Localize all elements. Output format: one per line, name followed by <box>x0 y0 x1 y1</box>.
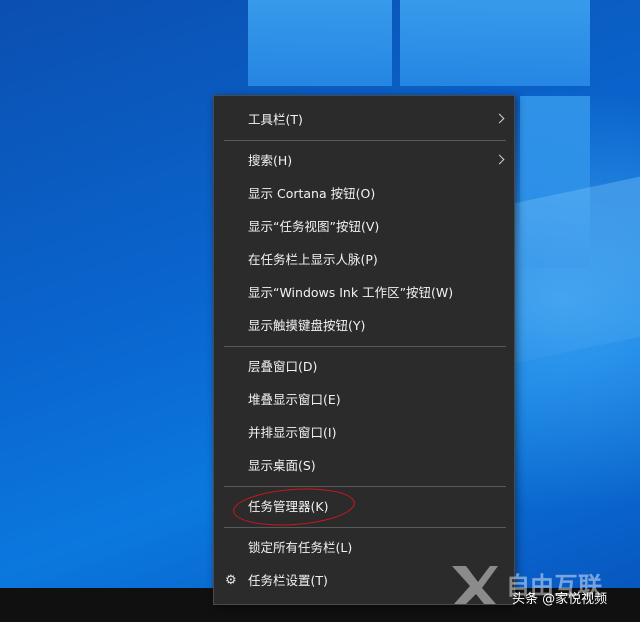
menu-separator <box>224 140 506 141</box>
menu-item-show-windows-ink-button[interactable]: 显示“Windows Ink 工作区”按钮(W) <box>214 278 514 308</box>
menu-separator <box>224 346 506 347</box>
menu-separator <box>224 527 506 528</box>
gear-icon: ⚙ <box>225 573 237 588</box>
chevron-right-icon <box>494 154 505 165</box>
menu-item-show-windows-side-by-side[interactable]: 并排显示窗口(I) <box>214 418 514 448</box>
menu-item-label: 在任务栏上显示人脉(P) <box>248 252 378 267</box>
menu-item-cascade-windows[interactable]: 层叠窗口(D) <box>214 352 514 382</box>
watermark-caption: 头条 @家悦视频 <box>512 592 608 607</box>
menu-item-show-windows-stacked[interactable]: 堆叠显示窗口(E) <box>214 385 514 415</box>
menu-separator <box>224 486 506 487</box>
menu-item-label: 锁定所有任务栏(L) <box>248 540 353 555</box>
menu-item-label: 层叠窗口(D) <box>248 359 318 374</box>
menu-item-label: 并排显示窗口(I) <box>248 425 337 440</box>
menu-item-toolbars[interactable]: 工具栏(T) <box>214 105 514 135</box>
menu-item-task-manager[interactable]: 任务管理器(K) <box>214 492 514 522</box>
menu-item-label: 显示桌面(S) <box>248 458 316 473</box>
menu-item-show-people[interactable]: 在任务栏上显示人脉(P) <box>214 245 514 275</box>
menu-item-label: 显示“任务视图”按钮(V) <box>248 219 380 234</box>
menu-item-label: 显示触摸键盘按钮(Y) <box>248 318 366 333</box>
wallpaper-window-pane <box>400 0 590 86</box>
menu-item-show-task-view-button[interactable]: 显示“任务视图”按钮(V) <box>214 212 514 242</box>
menu-item-show-touch-keyboard-button[interactable]: 显示触摸键盘按钮(Y) <box>214 311 514 341</box>
menu-item-label: 搜索(H) <box>248 153 293 168</box>
chevron-right-icon <box>494 113 505 124</box>
menu-item-label: 堆叠显示窗口(E) <box>248 392 341 407</box>
menu-item-label: 任务栏设置(T) <box>248 573 328 588</box>
menu-item-label: 任务管理器(K) <box>248 499 329 514</box>
menu-item-show-desktop[interactable]: 显示桌面(S) <box>214 451 514 481</box>
menu-item-show-cortana-button[interactable]: 显示 Cortana 按钮(O) <box>214 179 514 209</box>
menu-item-label: 工具栏(T) <box>248 112 303 127</box>
wallpaper-window-pane <box>248 0 392 86</box>
menu-item-label: 显示 Cortana 按钮(O) <box>248 186 376 201</box>
taskbar-context-menu: 工具栏(T) 搜索(H) 显示 Cortana 按钮(O) 显示“任务视图”按钮… <box>213 95 515 605</box>
menu-item-search[interactable]: 搜索(H) <box>214 146 514 176</box>
menu-item-lock-all-taskbars[interactable]: 锁定所有任务栏(L) <box>214 533 514 563</box>
menu-item-label: 显示“Windows Ink 工作区”按钮(W) <box>248 285 454 300</box>
